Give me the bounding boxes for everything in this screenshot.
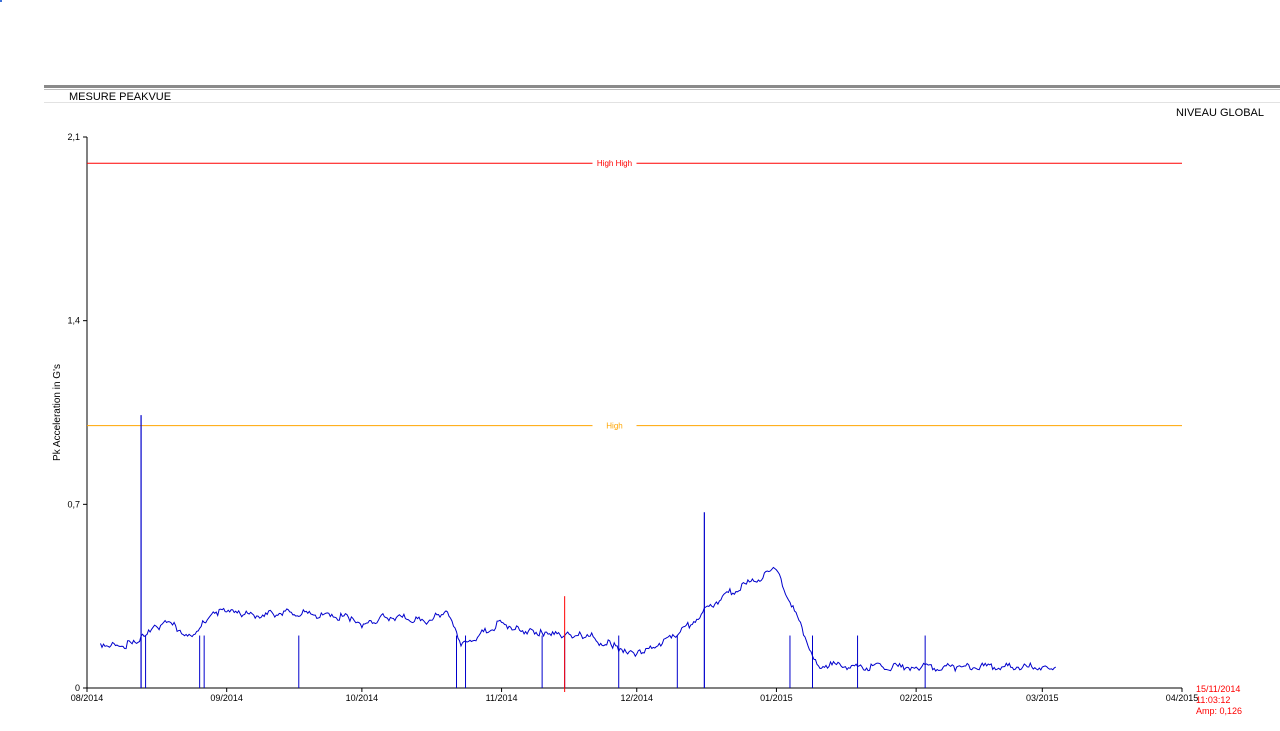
threshold-label: High High [597, 159, 632, 168]
x-tick-label: 10/2014 [346, 693, 379, 703]
y-tick-label: 0,7 [67, 499, 80, 509]
cursor-time: 11:03:12 [1196, 695, 1231, 705]
y-tick-label: 1,4 [67, 316, 80, 326]
threshold-label: High [606, 422, 622, 431]
y-axis-label: Pk Acceleration in G's [52, 364, 63, 461]
cursor-date: 15/11/2014 [1196, 684, 1241, 694]
x-tick-label: 08/2014 [71, 693, 104, 703]
x-tick-label: 11/2014 [486, 693, 518, 703]
y-tick-label: 2,1 [67, 132, 80, 142]
x-tick-label: 02/2015 [900, 693, 933, 703]
y-tick-label: 0 [75, 683, 80, 693]
x-tick-label: 12/2014 [620, 693, 653, 703]
trend-chart[interactable]: 0 0,7 1,4 2,1 Pk Acceleration in G's 08/2014 0… [0, 0, 1280, 731]
x-tick-label: 03/2015 [1026, 693, 1059, 703]
cursor-readout: 15/11/2014 11:03:12 Amp: 0,126 [1196, 684, 1242, 717]
x-tick-label: 04/2015 [1166, 693, 1199, 703]
x-tick-label: 09/2014 [210, 693, 243, 703]
cursor-amplitude: Amp: 0,126 [1196, 706, 1243, 716]
series-line [100, 566, 1057, 673]
x-tick-label: 01/2015 [760, 693, 793, 703]
